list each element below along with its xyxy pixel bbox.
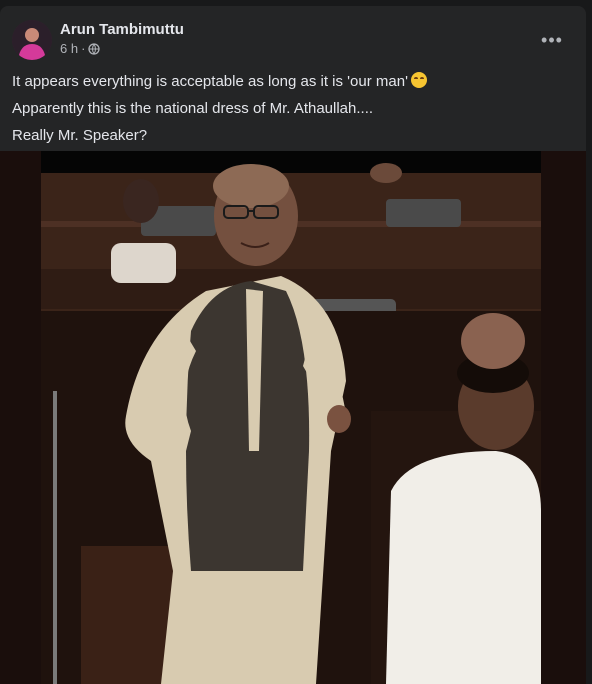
meta-separator: · — [81, 41, 86, 56]
post-photo-container[interactable] — [0, 151, 586, 684]
post-header: Arun Tambimuttu 6 h · ••• — [12, 18, 574, 62]
post-card: Arun Tambimuttu 6 h · ••• It appears eve… — [0, 6, 586, 684]
author-name[interactable]: Arun Tambimuttu — [60, 21, 184, 38]
post-line-2: Apparently this is the national dress of… — [12, 100, 374, 117]
author-avatar[interactable] — [12, 20, 52, 60]
post-text: It appears everything is acceptable as l… — [12, 68, 578, 149]
post-meta: 6 h · — [60, 41, 101, 56]
post-line-3: Really Mr. Speaker? — [12, 127, 148, 144]
post-time[interactable]: 6 h — [60, 41, 78, 56]
smiling-face-emoji — [410, 72, 427, 88]
more-options-icon[interactable]: ••• — [538, 26, 566, 54]
globe-icon[interactable] — [88, 42, 101, 55]
post-photo[interactable] — [41, 151, 541, 684]
post-line-1: It appears everything is acceptable as l… — [12, 68, 578, 95]
